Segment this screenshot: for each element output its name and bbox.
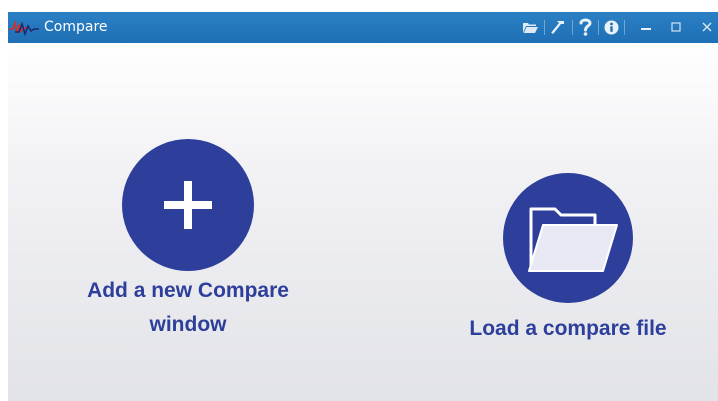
- close-icon: [702, 22, 712, 32]
- hammer-icon: [551, 21, 564, 34]
- tools-button[interactable]: [546, 15, 570, 39]
- add-circle[interactable]: [122, 139, 254, 271]
- minimize-button[interactable]: [634, 15, 658, 39]
- add-compare-label[interactable]: Add a new Compare: [48, 276, 328, 305]
- maximize-icon: [671, 22, 681, 32]
- title-separator: [544, 20, 545, 35]
- help-button[interactable]: [574, 15, 596, 39]
- minimize-icon: [641, 28, 651, 30]
- close-button[interactable]: [696, 15, 718, 39]
- waveform-app-icon: [9, 20, 39, 36]
- window-title: Compare: [44, 19, 108, 35]
- load-compare-file-button[interactable]: Load a compare file: [413, 173, 718, 343]
- info-button[interactable]: [600, 15, 622, 39]
- open-folder-button[interactable]: [520, 15, 540, 39]
- title-separator: [572, 20, 573, 35]
- add-compare-label-line2[interactable]: window: [48, 310, 328, 339]
- folder-icon: [522, 22, 538, 33]
- add-compare-window-button[interactable]: Add a new Compare window: [48, 139, 328, 339]
- title-separator: [624, 20, 625, 35]
- main-content: Add a new Compare window Load a compare …: [8, 43, 718, 401]
- question-icon: [579, 18, 592, 36]
- load-compare-label[interactable]: Load a compare file: [413, 314, 718, 343]
- title-bar[interactable]: Compare: [8, 12, 718, 43]
- plus-icon-bar: [184, 181, 192, 229]
- info-icon: [604, 20, 618, 34]
- folder-open-icon: [528, 207, 618, 272]
- maximize-button[interactable]: [664, 15, 688, 39]
- load-circle[interactable]: [503, 173, 633, 303]
- compare-window: Compare Add a new Compare window Load a …: [8, 12, 718, 401]
- title-separator: [598, 20, 599, 35]
